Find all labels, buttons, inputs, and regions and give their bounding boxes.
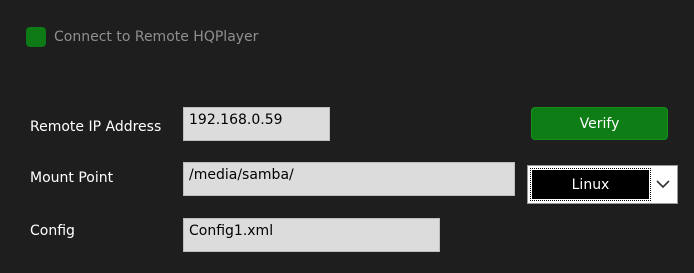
remote-ip-label: Remote IP Address [30,119,162,135]
connect-remote-checkbox[interactable] [26,27,46,47]
verify-button[interactable]: Verify [531,107,668,140]
remote-hqplayer-panel: Connect to Remote HQPlayer Remote IP Add… [0,0,694,273]
config-input[interactable]: Config1.xml [183,218,440,252]
os-select[interactable]: Linux [527,165,678,204]
chevron-down-icon [656,180,670,189]
config-label: Config [30,223,75,239]
connect-remote-row[interactable]: Connect to Remote HQPlayer [26,26,258,48]
connect-remote-label: Connect to Remote HQPlayer [54,29,259,45]
mount-point-input[interactable]: /media/samba/ [183,162,515,196]
mount-point-label: Mount Point [30,170,114,186]
verify-button-label: Verify [579,115,620,132]
remote-ip-input[interactable]: 192.168.0.59 [183,107,330,141]
os-select-value: Linux [530,168,651,201]
